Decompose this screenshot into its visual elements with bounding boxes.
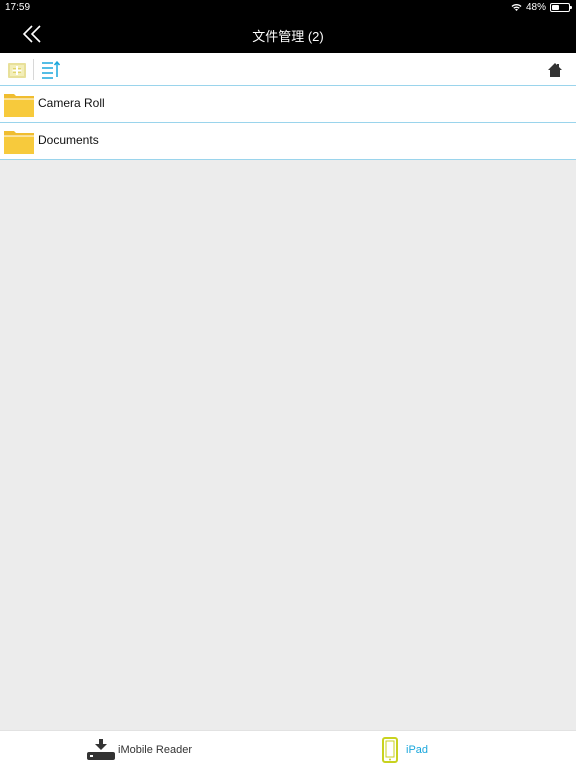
list-item[interactable]: Camera Roll (0, 86, 576, 123)
ipad-icon (382, 737, 398, 763)
tab-label: iPad (406, 744, 429, 756)
status-time: 17:59 (5, 2, 31, 13)
file-name: Camera Roll (38, 96, 105, 110)
folder-icon (4, 94, 34, 117)
tab-imobile-reader[interactable]: iMobile Reader (87, 731, 192, 768)
new-folder-icon[interactable] (7, 60, 27, 80)
status-bar: 17:59 48% (0, 0, 576, 15)
navigation-bar: 文件管理 (2) (0, 15, 576, 53)
page-title: 文件管理 (2) (252, 29, 324, 44)
tab-bar: iMobile Reader iPad (0, 730, 576, 768)
tab-ipad[interactable]: iPad (382, 731, 428, 768)
sort-icon[interactable] (40, 60, 60, 80)
list-item[interactable]: Documents (0, 123, 576, 160)
toolbar (0, 53, 576, 86)
toolbar-divider (33, 59, 34, 80)
battery-percent: 48% (525, 2, 546, 13)
battery-icon (550, 3, 572, 12)
tab-label: iMobile Reader (118, 744, 192, 756)
home-icon[interactable] (547, 62, 563, 78)
file-list: Camera Roll Documents (0, 86, 576, 160)
status-indicators: 48% (511, 2, 572, 13)
download-device-icon (87, 739, 115, 760)
file-name: Documents (38, 133, 99, 147)
folder-icon (4, 131, 34, 154)
wifi-icon (511, 4, 522, 11)
